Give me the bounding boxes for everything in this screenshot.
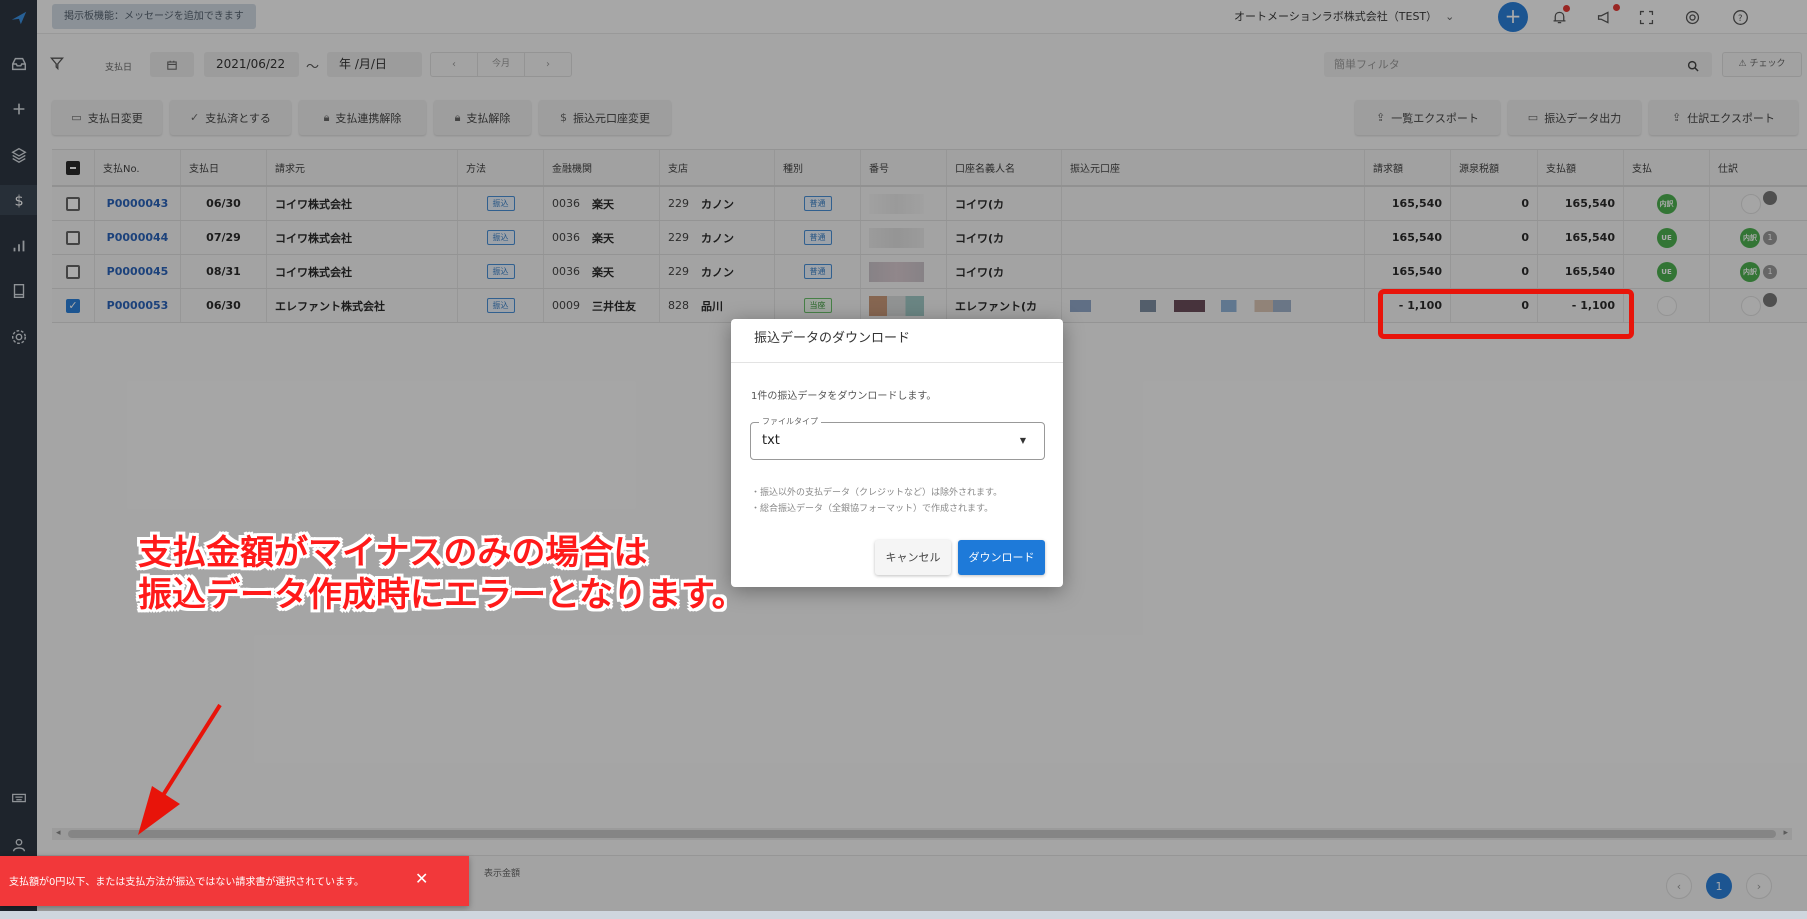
file-type-value: txt: [762, 433, 780, 448]
download-button[interactable]: ダウンロード: [958, 540, 1045, 575]
download-transfer-data-dialog: 振込データのダウンロード 1件の振込データをダウンロードします。 ファイルタイプ…: [731, 319, 1063, 587]
annotation-line: 振込データ作成時にエラーとなります。: [138, 575, 746, 615]
cancel-button[interactable]: キャンセル: [875, 540, 951, 575]
dialog-title: 振込データのダウンロード: [731, 319, 1063, 363]
file-type-select[interactable]: ファイルタイプ txt ▼: [750, 416, 1045, 460]
error-toast-message: 支払額が0円以下、または支払方法が振込ではない請求書が選択されています。: [9, 877, 365, 888]
dialog-note: ・振込以外の支払データ（クレジットなど）は除外されます。: [751, 488, 1003, 498]
dialog-message: 1件の振込データをダウンロードします。: [751, 391, 937, 402]
dialog-note: ・総合振込データ（全銀協フォーマット）で作成されます。: [751, 504, 994, 514]
dropdown-caret-icon[interactable]: ▼: [1020, 436, 1026, 445]
highlight-box-annotation: [1378, 289, 1634, 339]
annotation-arrow-icon: [138, 703, 222, 835]
file-type-label: ファイルタイプ: [759, 416, 821, 427]
window-bottom-strip: [0, 911, 1807, 919]
annotation-line: 支払金額がマイナスのみの場合は: [138, 533, 648, 573]
annotation-text: 支払金額がマイナスのみの場合は 振込データ作成時にエラーとなります。: [138, 532, 746, 616]
error-toast: 支払額が0円以下、または支払方法が振込ではない請求書が選択されています。 ✕: [0, 856, 469, 906]
close-icon[interactable]: ✕: [415, 869, 428, 888]
